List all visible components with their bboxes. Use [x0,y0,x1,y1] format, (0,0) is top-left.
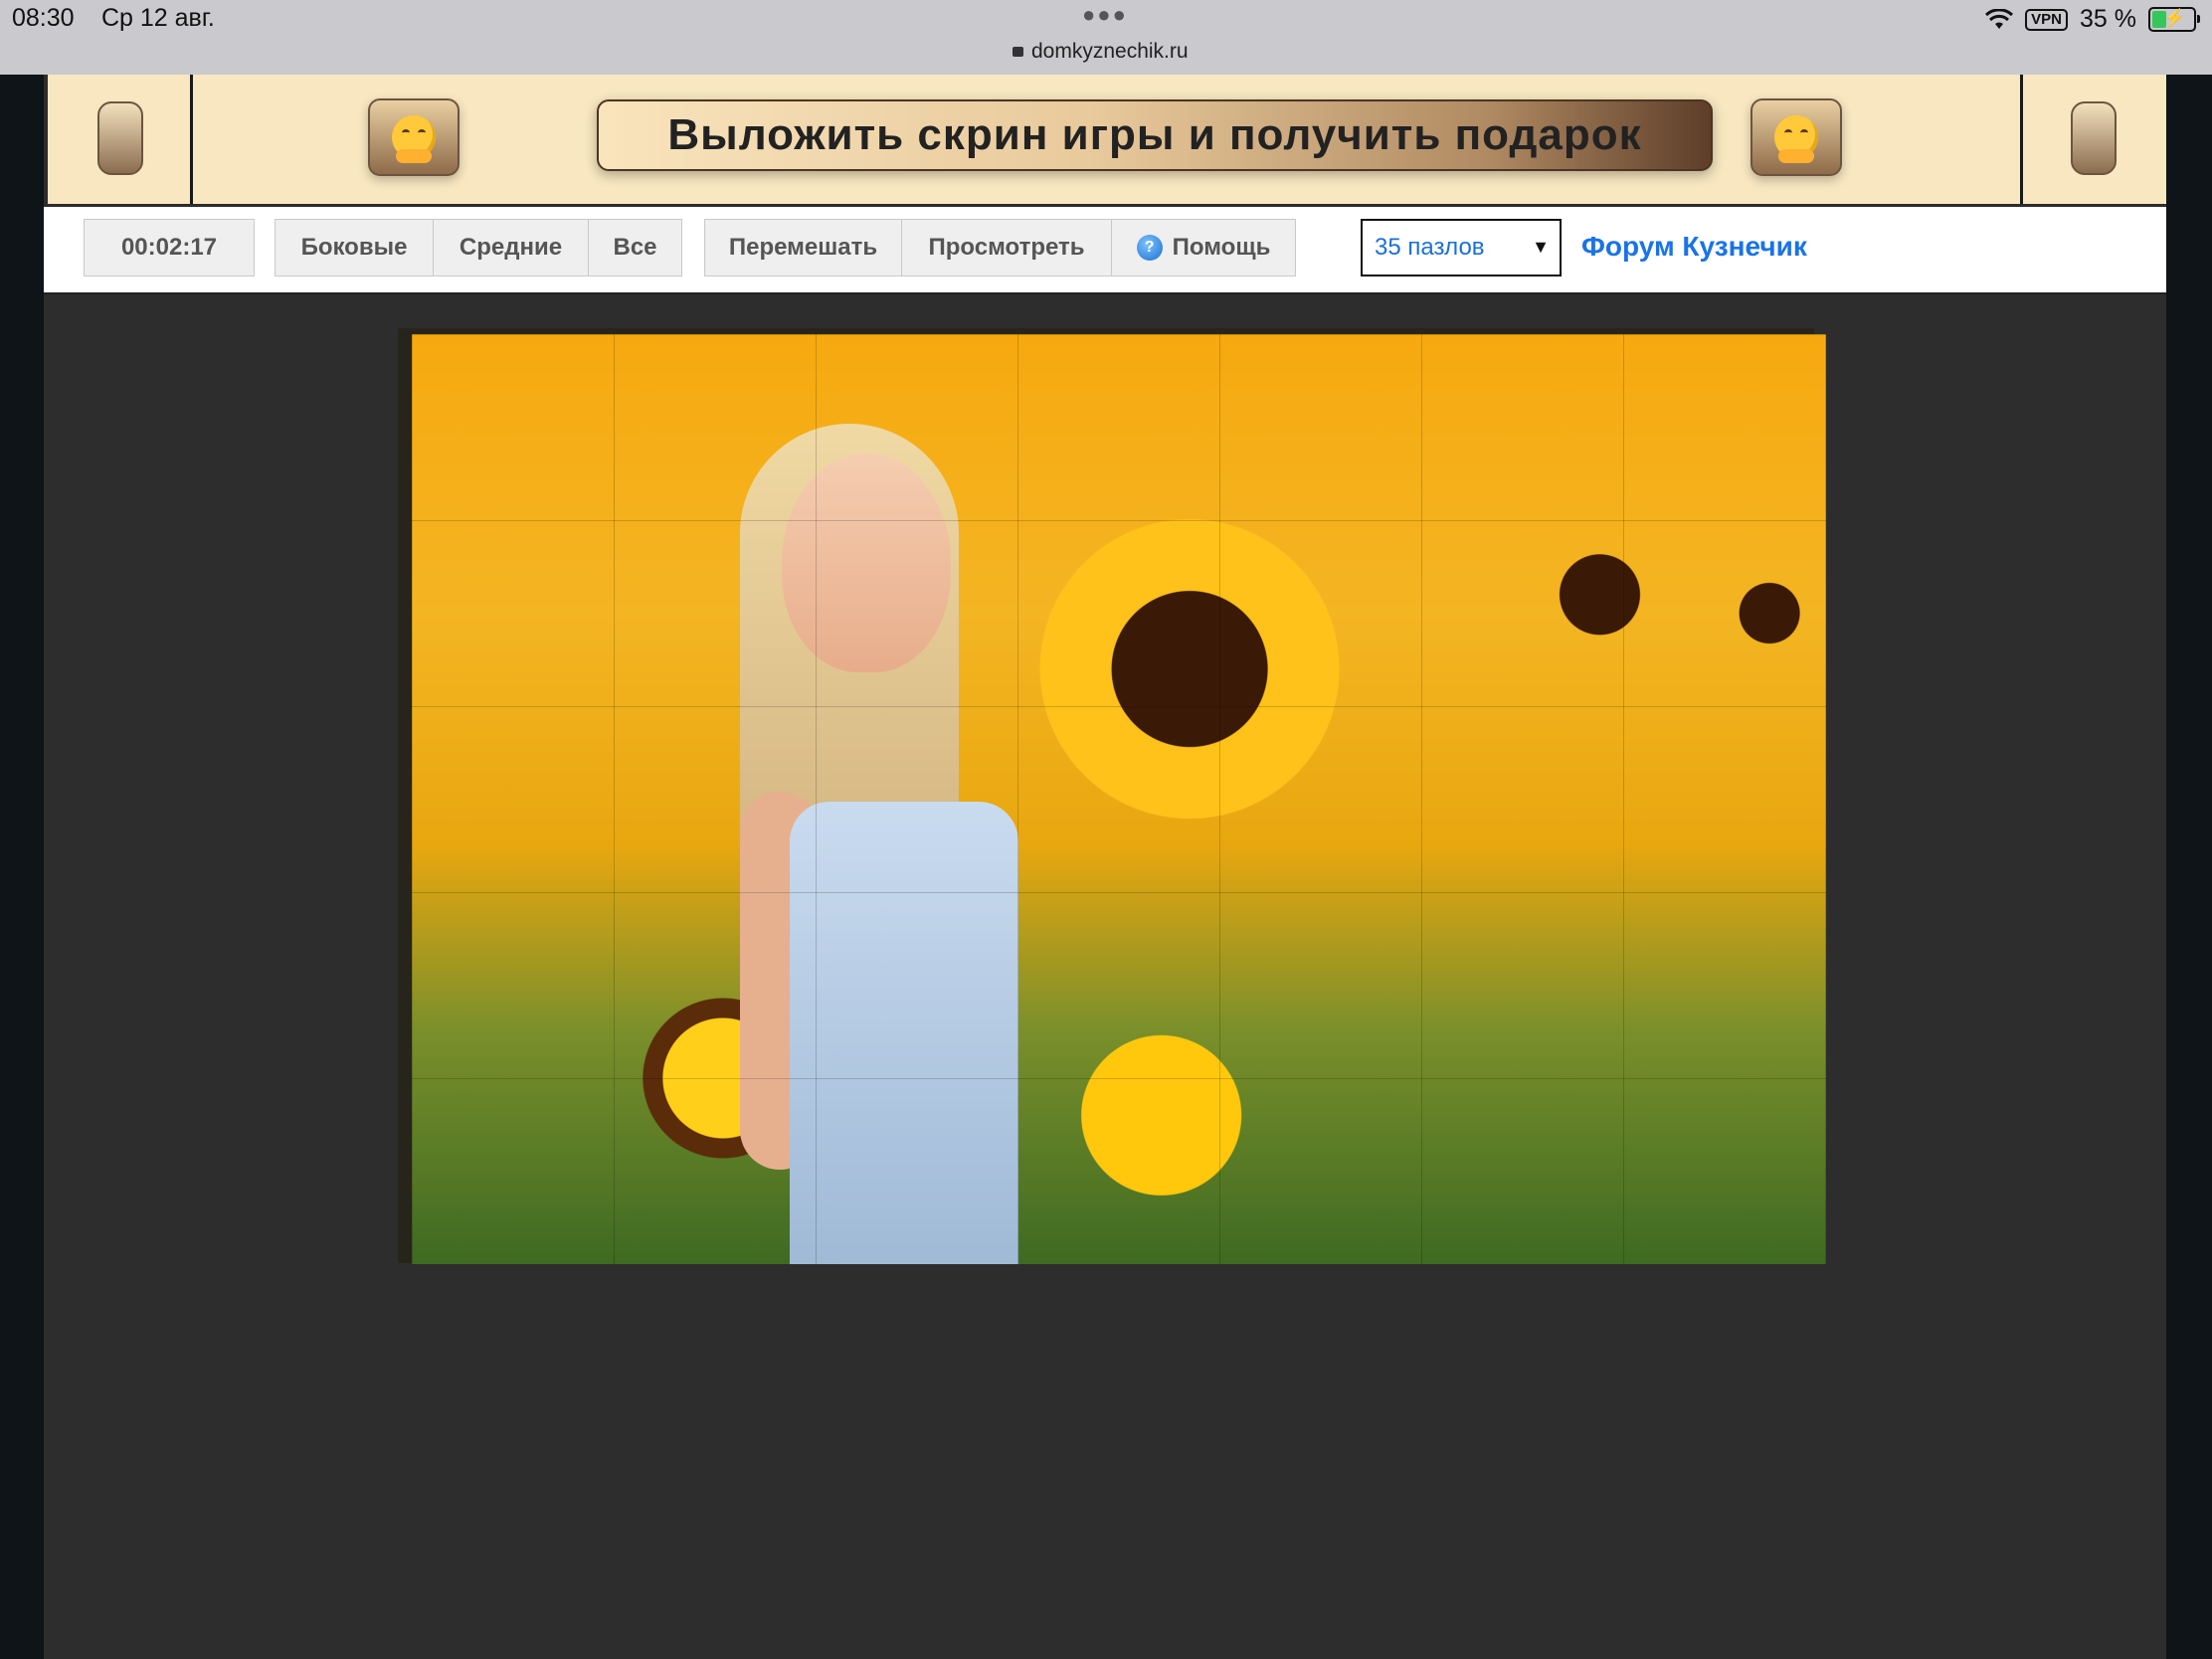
hugging-face-icon[interactable] [368,98,460,176]
timer-display: 00:02:17 [84,219,255,276]
game-toolbar: 00:02:17 Боковые Средние Все Перемешать … [44,207,2166,294]
page-right-margin [2166,75,2212,1659]
wifi-icon [1985,8,2014,29]
vpn-badge: VPN [2025,8,2069,31]
pieces-count-value: 35 пазлов [1375,234,1485,261]
promo-banner: Выложить скрин игры и получить подарок [48,75,2166,204]
status-time: 08:30 [12,4,75,32]
lock-icon [1013,47,1023,57]
page-left-margin [0,75,44,1659]
dropdown-arrow-icon: ▼ [1532,237,1550,257]
status-date: Ср 12 авг. [101,4,215,32]
banner-title[interactable]: Выложить скрин игры и получить подарок [597,99,1713,171]
puzzle-board[interactable] [412,334,1826,1264]
address-bar[interactable]: domkyznechik.ru [1013,40,1189,64]
sides-button[interactable]: Боковые [275,219,433,276]
middle-button[interactable]: Средние [433,219,588,276]
banner-left-ornament [97,101,143,175]
help-label: Помощь [1172,234,1271,261]
all-button[interactable]: Все [588,219,682,276]
banner-divider [2020,75,2023,204]
help-button[interactable]: ? Помощь [1111,219,1296,276]
shuffle-button[interactable]: Перемешать [704,219,901,276]
hugging-face-icon[interactable] [1751,98,1842,176]
battery-icon: ⚡ [2148,7,2200,32]
banner-right-ornament [2071,101,2117,175]
ios-status-bar: 08:30 Ср 12 авг. ●●● domkyznechik.ru VPN… [0,0,2212,75]
pieces-count-select[interactable]: 35 пазлов ▼ [1361,219,1562,276]
multitasking-dots-icon[interactable]: ●●● [1082,2,1128,28]
url-text: domkyznechik.ru [1031,40,1189,63]
banner-divider [190,75,193,204]
preview-button[interactable]: Просмотреть [901,219,1111,276]
battery-percent: 35 % [2080,5,2136,33]
forum-link[interactable]: Форум Кузнечик [1581,231,1807,263]
puzzle-piece-grid[interactable] [412,334,1826,1264]
help-globe-icon: ? [1136,235,1163,261]
status-indicators: VPN 35 % ⚡ [1985,5,2200,34]
